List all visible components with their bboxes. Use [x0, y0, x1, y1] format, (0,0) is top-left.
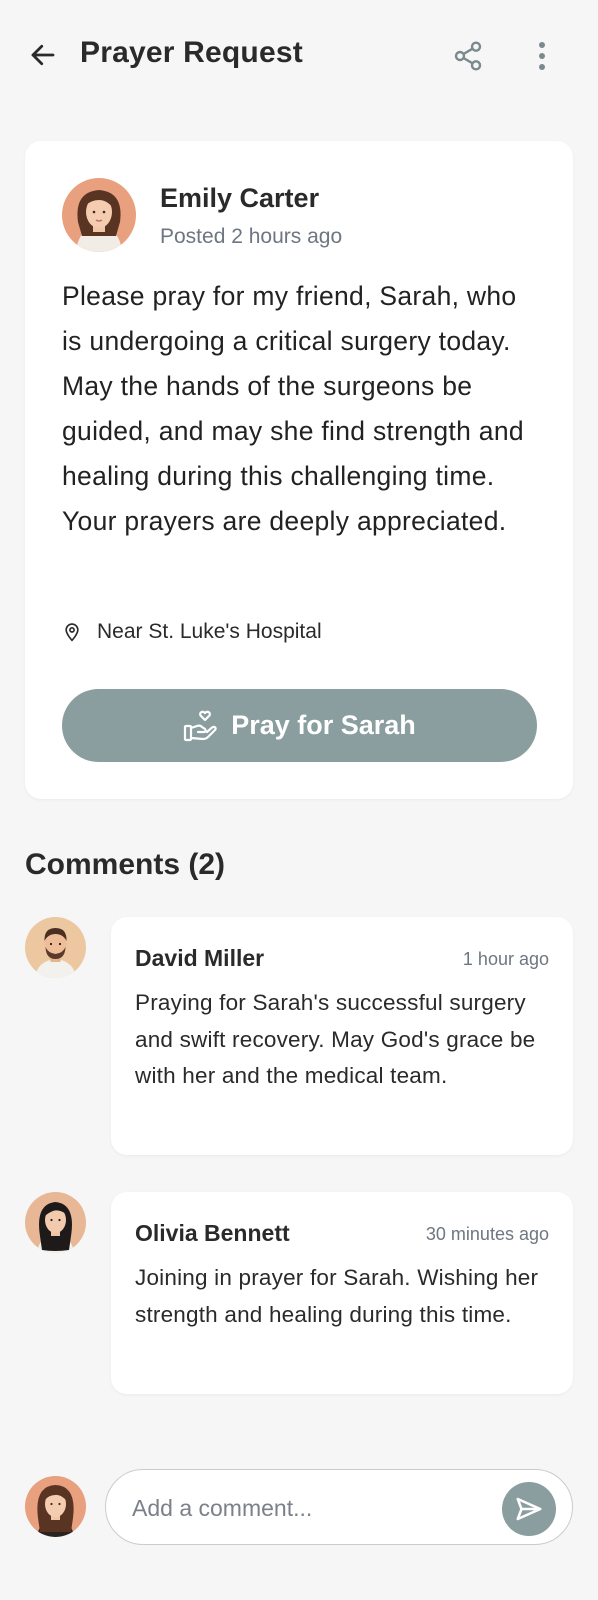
author-name[interactable]: Emily Carter — [160, 183, 319, 214]
more-vertical-icon — [539, 42, 545, 70]
more-options-button[interactable] — [528, 38, 556, 74]
send-icon — [516, 1497, 542, 1521]
comment-input[interactable] — [130, 1488, 474, 1528]
comment-card: Olivia Bennett 30 minutes ago Joining in… — [111, 1192, 573, 1394]
prayer-request-card: Emily Carter Posted 2 hours ago Please p… — [25, 141, 573, 799]
post-timestamp: Posted 2 hours ago — [160, 225, 343, 248]
comments-heading: Comments (2) — [25, 848, 226, 881]
map-pin-icon — [62, 619, 84, 645]
page-title: Prayer Request — [80, 36, 303, 69]
commenter-name[interactable]: David Miller — [135, 945, 264, 972]
comment-timestamp: 30 minutes ago — [425, 1224, 549, 1244]
location-text: Near St. Luke's Hospital — [97, 620, 322, 643]
author-avatar[interactable] — [62, 178, 136, 252]
back-button[interactable] — [26, 38, 60, 72]
commenter-avatar[interactable] — [25, 1192, 86, 1253]
share-button[interactable] — [450, 38, 486, 74]
comment-text: Praying for Sarah's successful surgery a… — [135, 990, 536, 1088]
prayer-request-text: Please pray for my friend, Sarah, who is… — [62, 281, 524, 536]
send-button[interactable] — [502, 1482, 556, 1536]
praying-hand-heart-icon — [183, 708, 221, 744]
share-icon — [454, 41, 482, 71]
pray-button[interactable]: Pray for Sarah — [62, 689, 537, 762]
commenter-avatar[interactable] — [25, 917, 86, 978]
top-app-bar: Prayer Request — [0, 0, 598, 110]
comment-card: David Miller 1 hour ago Praying for Sara… — [111, 917, 573, 1155]
comment-text: Joining in prayer for Sarah. Wishing her… — [135, 1265, 539, 1327]
comment-timestamp: 1 hour ago — [462, 949, 549, 969]
comment-composer — [105, 1469, 573, 1545]
pray-button-label: Pray for Sarah — [231, 710, 416, 740]
current-user-avatar[interactable] — [25, 1476, 86, 1537]
commenter-name[interactable]: Olivia Bennett — [135, 1220, 290, 1247]
location: Near St. Luke's Hospital — [62, 619, 322, 645]
arrow-left-icon — [31, 44, 55, 66]
